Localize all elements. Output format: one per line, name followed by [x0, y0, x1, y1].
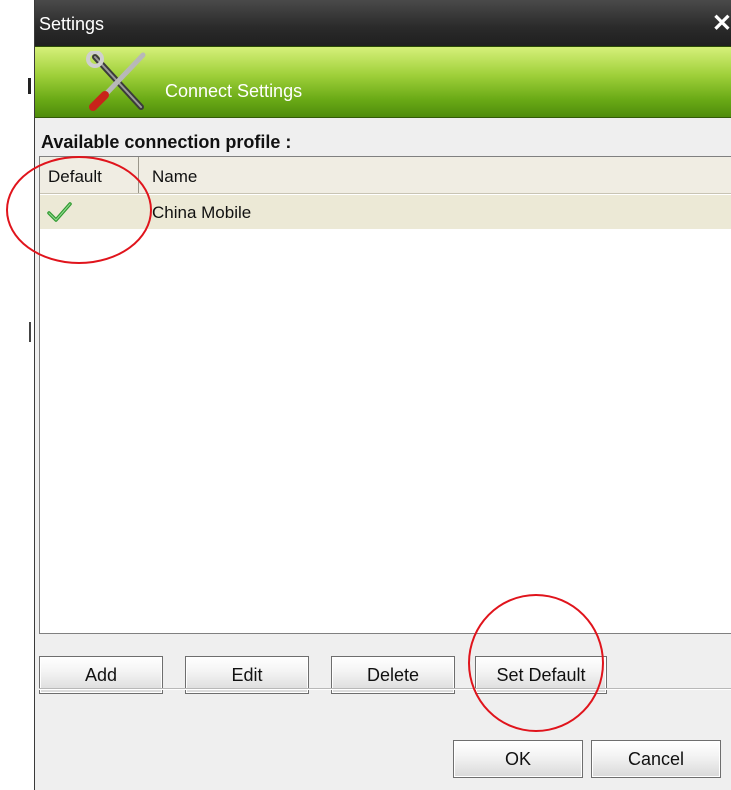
- close-icon[interactable]: ✕: [712, 12, 731, 36]
- checkmark-icon: [47, 202, 72, 222]
- section-label: Available connection profile :: [41, 132, 292, 152]
- background-window-edge: [0, 0, 34, 790]
- title-bar: Settings ✕: [35, 0, 731, 46]
- column-label-name: Name: [152, 167, 198, 186]
- edge-mark: [28, 78, 31, 94]
- connect-settings-banner: Connect Settings: [35, 46, 731, 118]
- profile-name: China Mobile: [152, 203, 252, 222]
- column-label-default: Default: [48, 167, 102, 186]
- ok-button[interactable]: OK: [453, 740, 583, 778]
- divider: [39, 688, 731, 690]
- column-header-default[interactable]: Default: [40, 157, 139, 193]
- profile-row[interactable]: China Mobile: [40, 195, 731, 229]
- cancel-button[interactable]: Cancel: [591, 740, 721, 778]
- list-header: Default Name: [40, 157, 731, 194]
- window-title: Settings: [39, 14, 105, 34]
- settings-dialog: Settings ✕ Connect Settings Available co…: [34, 0, 731, 790]
- banner-title: Connect Settings: [165, 81, 303, 101]
- profile-list[interactable]: Default Name China Mobile: [39, 156, 731, 634]
- edge-mark: [29, 322, 31, 342]
- tools-icon: [86, 51, 146, 111]
